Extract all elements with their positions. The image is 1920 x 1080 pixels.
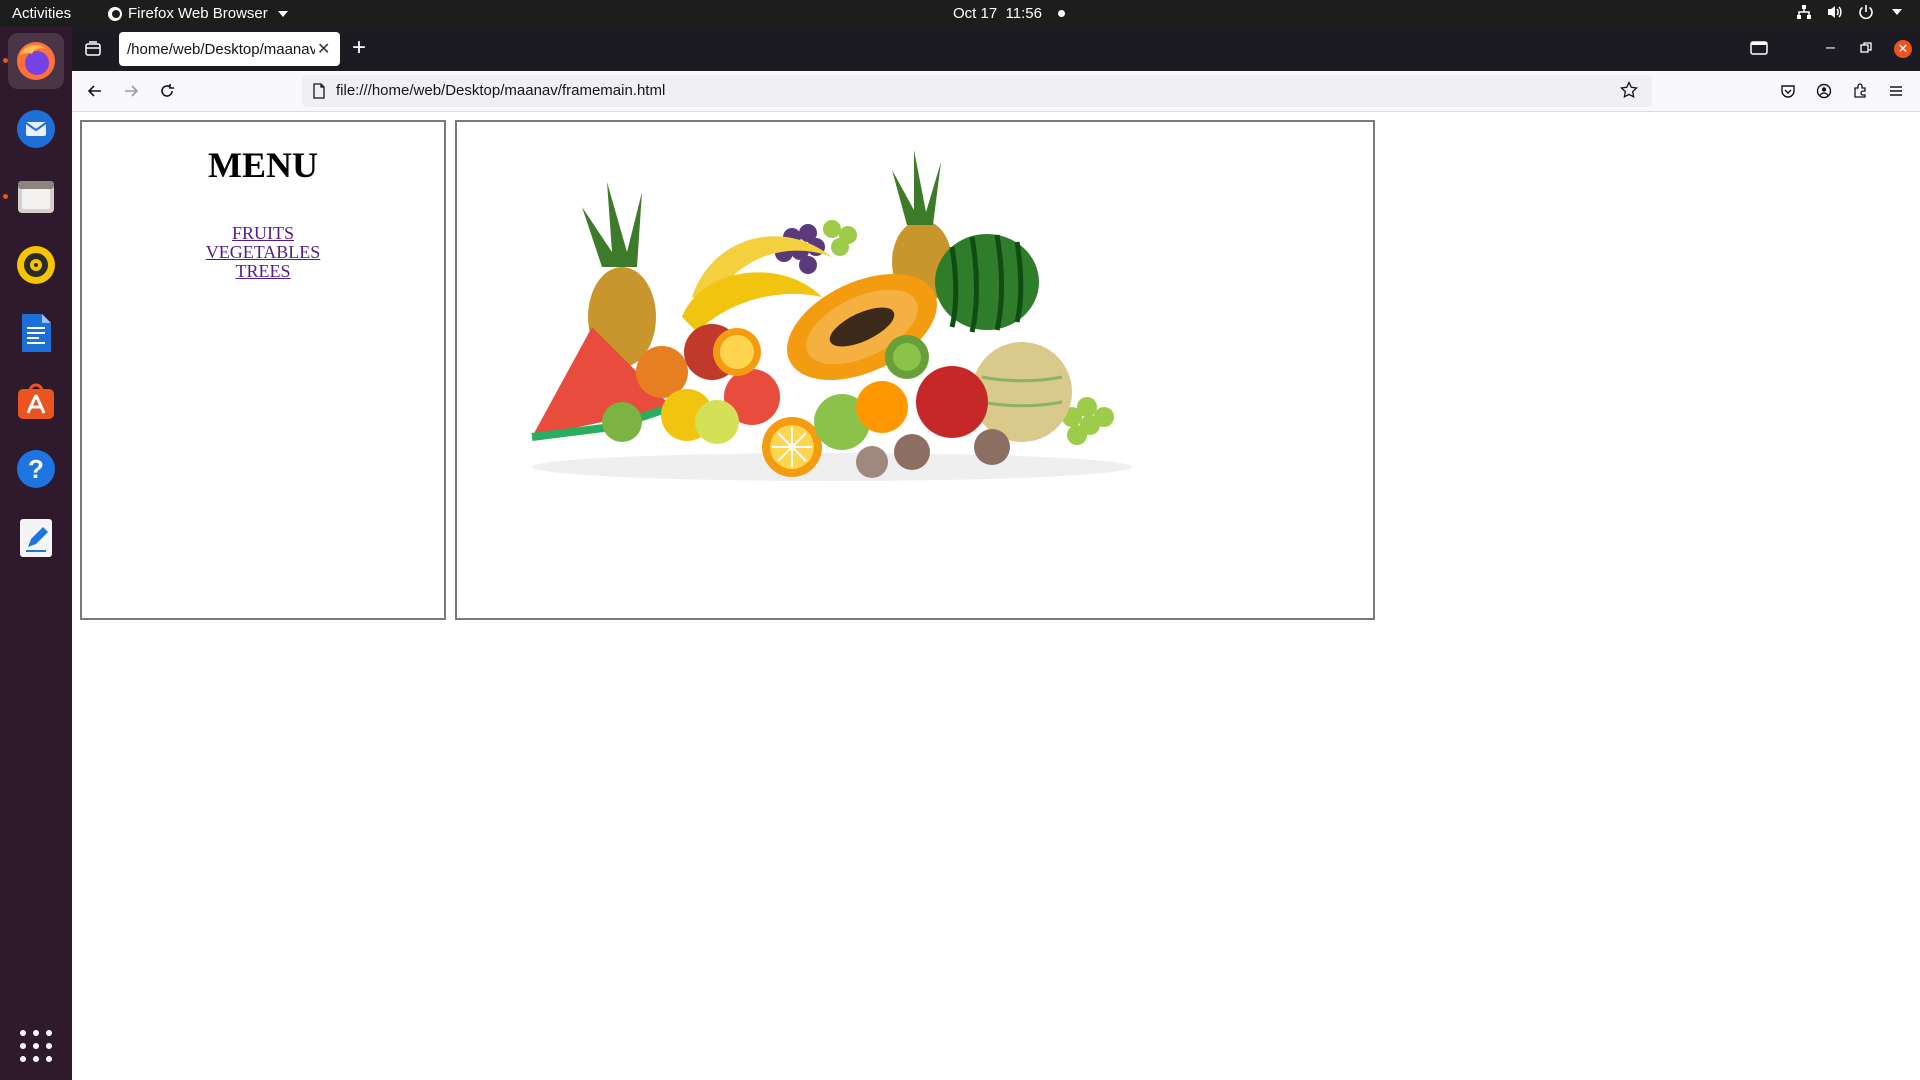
menu-heading: MENU: [208, 145, 318, 185]
writer-icon: [22, 314, 51, 352]
bookmark-star-icon[interactable]: [1620, 81, 1638, 99]
thunderbird-icon: [17, 110, 55, 148]
content-frame: [455, 120, 1375, 620]
link-vegetables[interactable]: VEGETABLES: [82, 243, 444, 262]
dock: ?: [0, 27, 72, 1080]
address-bar[interactable]: file:///home/web/Desktop/maanav/framemai…: [302, 75, 1652, 107]
dock-libreoffice-writer[interactable]: [8, 305, 64, 361]
tab-title: /home/web/Desktop/maanav/framemain.html: [127, 40, 315, 58]
arrow-right-icon: [125, 85, 139, 97]
arrow-left-icon: [87, 85, 101, 97]
restore-button[interactable]: [1860, 42, 1872, 54]
svg-text:?: ?: [28, 454, 44, 484]
dock-app-center[interactable]: [8, 373, 64, 429]
power-icon: [1859, 5, 1873, 20]
running-indicator: [3, 194, 8, 199]
volume-icon: [1828, 6, 1842, 18]
files-icon: [18, 181, 54, 213]
clock-date: Oct 17: [953, 5, 998, 22]
forward-button[interactable]: [120, 80, 142, 102]
system-top-bar: Activities Firefox Web Browser Oct 17 11…: [0, 0, 1920, 27]
tab-framemain[interactable]: /home/web/Desktop/maanav/framemain.html …: [119, 32, 340, 66]
dock-help[interactable]: ?: [8, 441, 64, 497]
clock-time: 11:56: [1005, 5, 1042, 22]
dock-thunderbird[interactable]: [8, 101, 64, 157]
firefox-icon: [17, 42, 55, 80]
hamburger-menu-icon: [1890, 86, 1902, 96]
account-icon: [1816, 83, 1832, 99]
network-icon: [1797, 5, 1811, 19]
menu-link-list: FRUITS VEGETABLES TREES: [82, 224, 444, 281]
account-button[interactable]: [1813, 80, 1835, 102]
link-fruits[interactable]: FRUITS: [82, 224, 444, 243]
activities-button[interactable]: Activities: [12, 5, 71, 22]
clock[interactable]: Oct 17 11:56: [953, 5, 1065, 22]
clock-label: Oct 17 11:56: [953, 5, 1042, 22]
list-all-tabs-icon[interactable]: [1750, 39, 1768, 57]
fruits-image: [531, 150, 1132, 481]
reload-icon: [161, 84, 174, 97]
pocket-button[interactable]: [1777, 80, 1799, 102]
minimize-button[interactable]: –: [1826, 39, 1835, 57]
dock-firefox[interactable]: [8, 33, 64, 89]
notification-dot-icon: [1057, 10, 1065, 17]
url-text[interactable]: file:///home/web/Desktop/maanav/framemai…: [336, 82, 665, 99]
page-icon: [313, 83, 325, 99]
reload-button[interactable]: [156, 80, 178, 102]
app-menu-label: Firefox Web Browser: [128, 5, 268, 22]
firefox-mini-icon: [108, 6, 122, 21]
tab-list-icon[interactable]: [84, 40, 102, 58]
dock-files[interactable]: [8, 169, 64, 225]
rhythmbox-icon: [17, 246, 55, 284]
puzzle-icon: [1854, 83, 1866, 98]
page-viewport: MENU FRUITS VEGETABLES TREES: [72, 112, 1920, 1080]
new-tab-button[interactable]: +: [352, 34, 366, 62]
running-indicator: [3, 58, 8, 63]
pocket-icon: [1781, 85, 1795, 98]
back-button[interactable]: [84, 80, 106, 102]
menu-frame: MENU FRUITS VEGETABLES TREES: [80, 120, 446, 620]
close-icon[interactable]: ✕: [317, 39, 330, 59]
dock-rhythmbox[interactable]: [8, 237, 64, 293]
link-trees[interactable]: TREES: [82, 262, 444, 281]
dock-text-editor[interactable]: [8, 509, 64, 565]
chevron-down-icon: [1892, 9, 1902, 15]
app-menu[interactable]: Firefox Web Browser: [108, 5, 288, 22]
help-icon: ?: [17, 450, 55, 488]
tab-bar: /home/web/Desktop/maanav/framemain.html …: [72, 27, 1920, 71]
app-center-icon: [18, 383, 54, 419]
text-editor-icon: [20, 519, 52, 557]
window-close-button[interactable]: ✕: [1894, 40, 1912, 58]
window-controls: – ✕: [1750, 27, 1920, 71]
navigation-toolbar: file:///home/web/Desktop/maanav/framemai…: [72, 71, 1920, 112]
show-apps-button[interactable]: [20, 1030, 52, 1062]
chevron-down-icon: [277, 10, 288, 17]
extensions-button[interactable]: [1849, 80, 1871, 102]
app-menu-button[interactable]: [1885, 80, 1907, 102]
system-tray[interactable]: [1796, 4, 1902, 20]
